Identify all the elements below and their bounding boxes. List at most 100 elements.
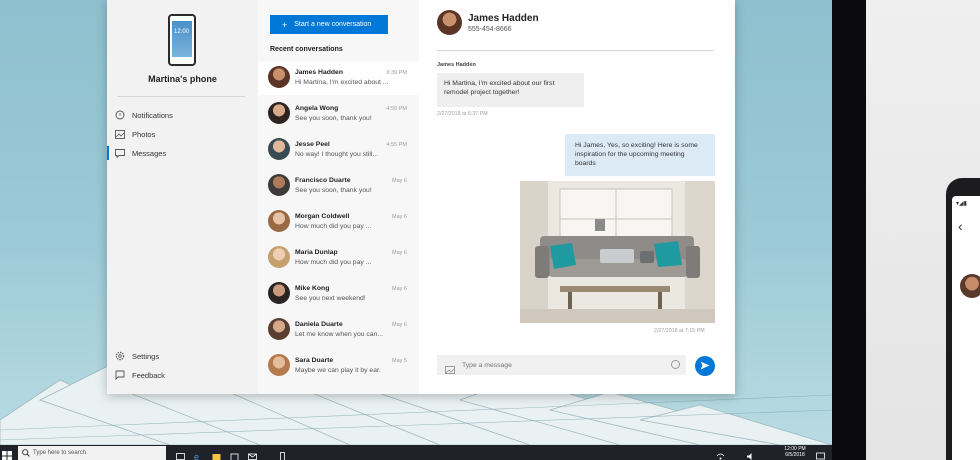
phone-device-icon: 12:00 xyxy=(168,14,196,66)
phone-contact-avatar xyxy=(960,274,980,298)
conversation-item[interactable]: Morgan Coldwell How much did you pay ...… xyxy=(258,206,419,239)
conversation-item[interactable]: Maria Dunlap How much did you pay ... Ma… xyxy=(258,242,419,275)
start-new-conversation-button[interactable]: + Start a new conversation xyxy=(270,15,388,34)
conversation-name: Morgan Coldwell xyxy=(295,213,350,220)
sidebar-item-photos[interactable]: Photos xyxy=(107,125,258,143)
search-placeholder: Type here to search xyxy=(33,450,87,456)
sidebar-item-label: Notifications xyxy=(132,110,173,120)
sidebar-item-label: Settings xyxy=(132,351,160,361)
bell-icon xyxy=(114,109,126,121)
incoming-message: Hi Martina, I'm excited about our first … xyxy=(437,73,584,107)
incoming-message-time: 2/27/2018 at 6:37 PM xyxy=(437,111,488,117)
taskbar-clock[interactable]: 12:00 PM 6/5/2018 xyxy=(780,446,810,458)
phone-screen-time: 12:00 xyxy=(174,29,190,35)
conversation-preview: See you soon, thank you! xyxy=(295,115,372,122)
sidebar-item-messages[interactable]: Messages xyxy=(107,144,258,162)
sidebar-item-notifications[interactable]: Notifications xyxy=(107,106,258,124)
your-phone-app-window: 12:00 Martina's phone Notifications Phot… xyxy=(107,0,735,394)
windows-start-icon[interactable] xyxy=(2,448,12,460)
contact-avatar xyxy=(437,10,462,35)
monitor-bezel xyxy=(832,0,866,460)
conversation-preview: Let me know when you can... xyxy=(295,331,384,338)
conversation-item[interactable]: Daniela Duarte Let me know when you can.… xyxy=(258,314,419,347)
conversation-date: May 6 xyxy=(392,250,407,256)
conversation-item[interactable]: Mike Kong See you next weekend! May 6 xyxy=(258,278,419,311)
phone-screen: ▾◢▮ ‹ xyxy=(952,196,980,460)
conversation-name: James Hadden xyxy=(295,69,343,76)
chat-header-divider xyxy=(437,50,714,51)
send-icon xyxy=(700,357,710,375)
conversation-item[interactable]: Francisco Duarte See you soon, thank you… xyxy=(258,170,419,203)
mail-icon[interactable] xyxy=(248,448,257,460)
conversation-date: May 6 xyxy=(392,322,407,328)
volume-icon[interactable] xyxy=(746,448,755,460)
edge-browser-icon[interactable]: e xyxy=(194,448,203,460)
sidebar-item-feedback[interactable]: Feedback xyxy=(107,366,258,384)
action-center-icon[interactable] xyxy=(816,448,825,460)
your-phone-taskbar-icon[interactable] xyxy=(278,448,287,460)
avatar xyxy=(268,138,290,160)
plus-icon: + xyxy=(282,19,288,30)
conversation-preview: How much did you pay ... xyxy=(295,223,372,230)
task-view-icon[interactable] xyxy=(176,448,185,460)
sidebar-item-settings[interactable]: Settings xyxy=(107,347,258,365)
avatar xyxy=(268,246,290,268)
conversation-preview: See you next weekend! xyxy=(295,295,366,302)
conversation-item[interactable]: Jesse Peel No way! I thought you still..… xyxy=(258,134,419,167)
clock-date: 6/5/2018 xyxy=(785,452,805,458)
photo-icon xyxy=(114,128,126,140)
svg-text:e: e xyxy=(194,452,199,460)
contact-name: James Hadden xyxy=(468,13,539,24)
message-sender: James Hadden xyxy=(437,62,476,68)
conversation-list: + Start a new conversation Recent conver… xyxy=(258,0,419,394)
conversation-item[interactable]: James Hadden Hi Martina, I'm excited abo… xyxy=(258,62,419,95)
sidebar-item-label: Messages xyxy=(132,148,167,158)
conversation-preview: Hi Martina, I'm excited about ... xyxy=(295,79,389,86)
conversation-date: 4:59 PM xyxy=(386,106,407,112)
taskbar-search-box[interactable]: Type here to search xyxy=(18,446,166,460)
conversation-name: Maria Dunlap xyxy=(295,249,338,256)
conversation-name: Daniela Duarte xyxy=(295,321,343,328)
conversation-name: Jesse Peel xyxy=(295,141,330,148)
phone-status-bar: ▾◢▮ xyxy=(956,201,967,207)
send-button[interactable] xyxy=(695,356,715,376)
shared-photo-living-room[interactable] xyxy=(520,181,715,323)
file-explorer-icon[interactable] xyxy=(212,448,221,460)
sidebar: 12:00 Martina's phone Notifications Phot… xyxy=(107,0,258,394)
store-icon[interactable] xyxy=(230,448,239,460)
feedback-icon xyxy=(114,369,126,381)
chat-panel: James Hadden 555-454-8666 James Hadden H… xyxy=(419,0,735,394)
conversation-date: May 6 xyxy=(392,286,407,292)
message-input[interactable] xyxy=(462,361,662,369)
emoji-icon[interactable] xyxy=(671,360,680,369)
avatar xyxy=(268,282,290,304)
avatar xyxy=(268,210,290,232)
android-phone: ▾◢▮ ‹ xyxy=(946,178,980,460)
windows-taskbar: Type here to search e 12:00 PM 6/5/2018 xyxy=(0,445,832,460)
conversation-date: May 6 xyxy=(392,214,407,220)
sidebar-item-label: Photos xyxy=(132,129,156,139)
message-icon xyxy=(114,147,126,159)
back-arrow-icon: ‹ xyxy=(958,218,963,234)
button-label: Start a new conversation xyxy=(294,21,372,28)
conversation-date: 6:39 PM xyxy=(386,70,407,76)
conversation-date: May 6 xyxy=(392,178,407,184)
sidebar-item-label: Feedback xyxy=(132,370,165,380)
conversation-preview: Maybe we can play it by ear. xyxy=(295,367,381,374)
contact-number: 555-454-8666 xyxy=(468,26,512,33)
conversation-preview: How much did you pay ... xyxy=(295,259,372,266)
sidebar-divider xyxy=(117,96,245,97)
conversation-item[interactable]: Sara Duarte Maybe we can play it by ear.… xyxy=(258,350,419,383)
avatar xyxy=(268,102,290,124)
message-composer xyxy=(437,355,686,375)
conversation-name: Angela Wong xyxy=(295,105,339,112)
conversation-item[interactable]: Angela Wong See you soon, thank you! 4:5… xyxy=(258,98,419,131)
conversation-name: Francisco Duarte xyxy=(295,177,351,184)
network-icon[interactable] xyxy=(716,448,725,460)
recent-conversations-heading: Recent conversations xyxy=(270,46,343,53)
conversation-date: 4:55 PM xyxy=(386,142,407,148)
conversation-name: Sara Duarte xyxy=(295,357,334,364)
outgoing-message: Hi James, Yes, so exciting! Here is some… xyxy=(565,134,715,176)
avatar xyxy=(268,354,290,376)
attach-image-icon[interactable] xyxy=(445,361,455,374)
